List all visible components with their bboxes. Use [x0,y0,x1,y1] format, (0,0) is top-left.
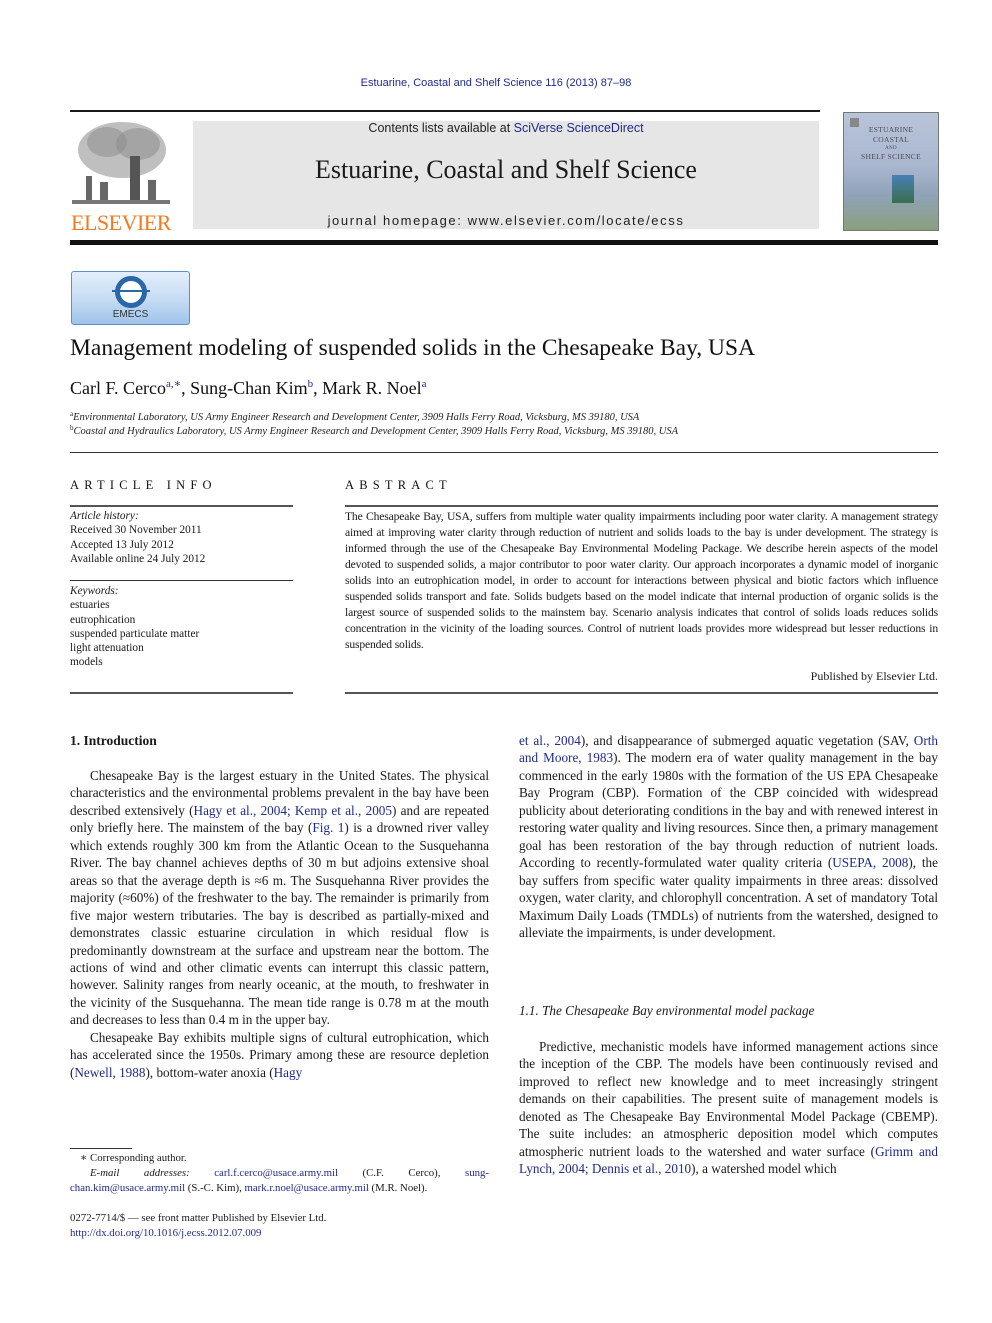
elsevier-tree-icon [72,120,170,210]
keywords: Keywords: estuaries eutrophication suspe… [70,584,293,670]
publisher-note: Published by Elsevier Ltd. [810,669,938,683]
affiliation-text: Environmental Laboratory, US Army Engine… [73,412,640,423]
article-title: Management modeling of suspended solids … [70,335,756,361]
author-name: Sung-Chan Kim [190,378,308,398]
contents-line: Contents lists available at SciVerse Sci… [193,121,819,135]
citation-link[interactable]: Newell, 1988 [74,1065,145,1080]
journal-masthead: Contents lists available at SciVerse Sci… [193,121,819,229]
divider [70,692,293,694]
subsection-heading: 1.1. The Chesapeake Bay environmental mo… [519,1003,815,1018]
paragraph: et al., 2004), and disappearance of subm… [519,732,938,941]
email-link[interactable]: carl.f.cerco@usace.army.mil [214,1167,338,1179]
keyword: estuaries [70,599,110,612]
author-name: Mark R. Noel [322,378,422,398]
email-owner: (M.R. Noel). [368,1182,428,1194]
email-label: E-mail addresses: [90,1167,190,1179]
history-online: Available online 24 July 2012 [70,552,206,565]
cover-title-line: SHELF SCIENCE [861,152,921,161]
journal-cover-thumbnail[interactable]: ESTUARINE COASTAL AND SHELF SCIENCE [843,112,939,231]
cover-title: ESTUARINE COASTAL AND SHELF SCIENCE [844,125,938,162]
keyword: suspended particulate matter [70,627,200,640]
section-heading-introduction: 1. Introduction [70,733,157,748]
cover-title-line: COASTAL [872,135,910,144]
sciencedirect-link[interactable]: SciVerse ScienceDirect [514,121,644,135]
affiliation-b: bCoastal and Hydraulics Laboratory, US A… [70,424,678,437]
history-accepted: Accepted 13 July 2012 [70,538,174,551]
elsevier-wordmark: ELSEVIER [71,210,171,235]
author-list: Carl F. Cercoa,∗, Sung-Chan Kimb, Mark R… [70,377,427,399]
paragraph: Chesapeake Bay is the largest estuary in… [70,767,489,1029]
article-history: Article history: Received 30 November 20… [70,509,293,566]
body-column-left: Chesapeake Bay is the largest estuary in… [70,767,489,1081]
header-bottom-rule [70,240,938,245]
article-info-heading: ARTICLE INFO [70,478,217,492]
email-link[interactable]: mark.r.noel@usace.army.mil [244,1182,368,1194]
abstract-text: The Chesapeake Bay, USA, suffers from mu… [345,510,938,651]
divider [345,505,938,507]
history-received: Received 30 November 2011 [70,524,202,537]
paragraph: Predictive, mechanistic models have info… [519,1038,938,1178]
footnotes: ∗ Corresponding author. E-mail addresses… [70,1151,489,1196]
keyword: light attenuation [70,642,144,655]
citation-link[interactable]: Hagy [274,1065,303,1080]
divider [70,580,293,581]
affiliation-a: aEnvironmental Laboratory, US Army Engin… [70,410,639,423]
citation-link[interactable]: USEPA, 2008 [832,855,908,870]
wave-icon [112,290,150,292]
body-text: ), bottom-water anoxia ( [145,1064,274,1080]
body-text: ) is a drowned river valley which extend… [70,820,489,1028]
email-owner: (C.F. Cerco), [337,1167,465,1179]
author-separator: , [181,378,191,398]
body-text: ), a watershed model which [691,1161,837,1177]
body-text: ), and disappearance of submerged aquati… [580,733,914,748]
author-separator: , [313,378,323,398]
citation-link[interactable]: Hagy et al., 2004; Kemp et al., 2005 [194,803,392,818]
citation-link[interactable]: et al., 2004 [519,733,581,748]
contents-prefix: Contents lists available at [368,121,514,135]
citation-link[interactable]: Fig. 1 [312,820,344,835]
header-top-rule [70,110,820,112]
keywords-label: Keywords: [70,585,119,597]
paragraph: Chesapeake Bay exhibits multiple signs o… [70,1029,489,1081]
keyword: models [70,656,103,669]
author-name: Carl F. Cerco [70,378,167,398]
journal-title: Estuarine, Coastal and Shelf Science [315,155,697,184]
issn-line: 0272-7714/$ — see front matter Published… [70,1212,327,1224]
elsevier-logo[interactable]: ELSEVIER [70,120,172,235]
cover-title-line: ESTUARINE [868,125,914,134]
abstract-heading: ABSTRACT [345,478,452,492]
emecs-logo-icon [112,276,150,308]
email-addresses: E-mail addresses: carl.f.cerco@usace.arm… [70,1166,489,1196]
cover-photo [892,175,914,203]
journal-citation[interactable]: Estuarine, Coastal and Shelf Science 116… [0,77,992,89]
keyword: eutrophication [70,613,136,626]
emecs-badge[interactable]: EMECS [71,271,190,325]
email-owner: (S.-C. Kim), [185,1182,245,1194]
cover-title-line: AND [885,146,897,151]
body-column-right: et al., 2004), and disappearance of subm… [519,732,938,941]
footnote-rule [70,1148,132,1149]
divider [345,692,938,694]
divider [70,452,938,453]
author-affiliation-mark[interactable]: a,∗ [166,378,181,390]
divider [70,505,293,507]
body-column-right-continued: Predictive, mechanistic models have info… [519,1038,938,1178]
journal-homepage-link[interactable]: journal homepage: www.elsevier.com/locat… [193,213,819,228]
author-affiliation-mark[interactable]: a [422,378,427,390]
emecs-label: EMECS [112,309,149,320]
doi-link[interactable]: http://dx.doi.org/10.1016/j.ecss.2012.07… [70,1226,261,1241]
body-text: Predictive, mechanistic models have info… [519,1039,938,1159]
corresponding-author-note: ∗ Corresponding author. [80,1152,187,1164]
history-label: Article history: [70,510,139,522]
body-text: ). The modern era of water quality manag… [519,750,939,871]
affiliation-text: Coastal and Hydraulics Laboratory, US Ar… [73,426,679,437]
